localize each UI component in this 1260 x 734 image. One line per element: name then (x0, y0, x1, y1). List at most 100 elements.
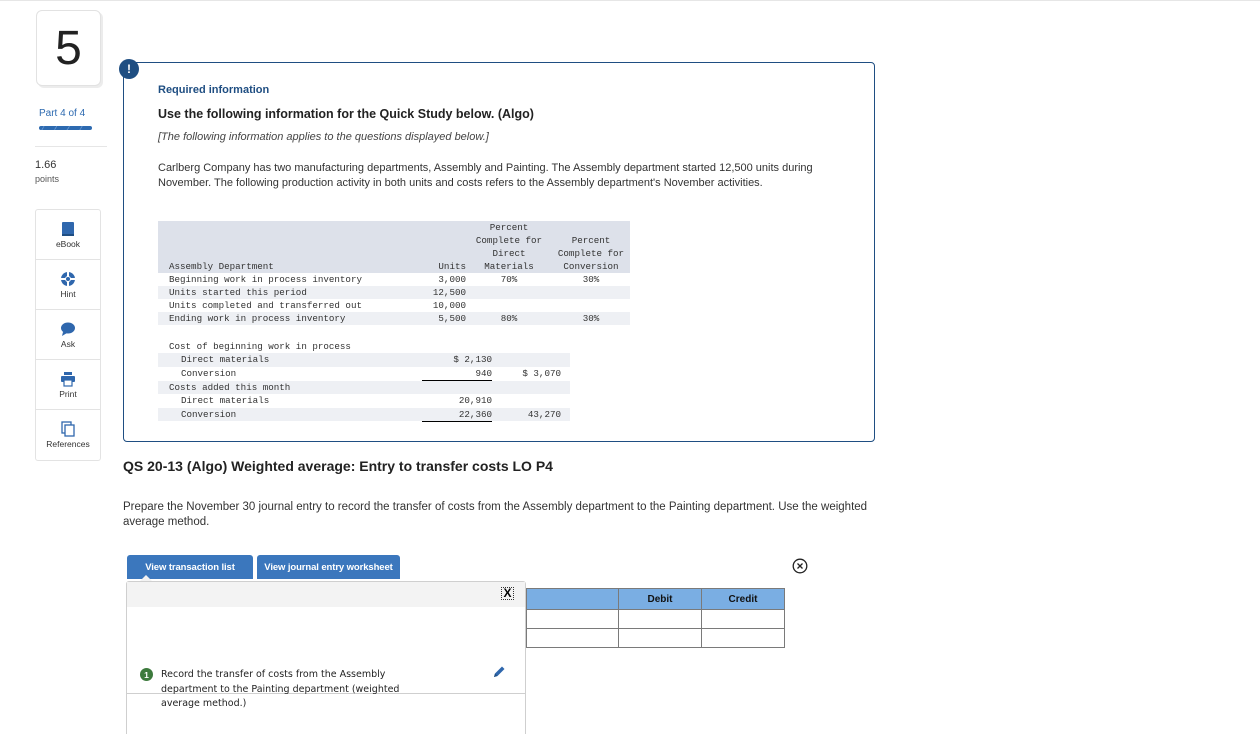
cost-label: Conversion (181, 368, 237, 380)
part-label: Part (39, 108, 58, 119)
tool-ask[interactable]: Ask (36, 310, 100, 360)
cost-total (492, 353, 570, 367)
table-row: Costs added this month (158, 380, 570, 395)
tool-label: Print (59, 388, 77, 399)
info-applies-note: [The following information applies to th… (158, 131, 489, 143)
tools-panel: eBook Hint Ask Print References (35, 209, 101, 461)
tool-label: References (46, 439, 90, 449)
question-number: 5 (36, 10, 101, 86)
top-divider (0, 0, 1260, 1)
header-dm-line: Direct (492, 248, 526, 259)
lifebuoy-icon (61, 271, 75, 286)
cost-amount: 940 (422, 366, 492, 382)
header-dept: Assembly Department (158, 221, 416, 273)
table-row: Units started this period 12,500 (158, 286, 630, 299)
points-label: points (35, 174, 60, 184)
journal-account-cell (526, 609, 619, 629)
row-units: 5,500 (416, 312, 466, 325)
table-row: Units completed and transferred out 10,0… (158, 299, 630, 312)
journal-debit-cell (618, 609, 702, 629)
transaction-item[interactable]: 1 Record the transfer of costs from the … (127, 607, 525, 709)
cost-amount: 20,910 (458, 395, 492, 407)
speech-bubble-icon (61, 322, 75, 336)
row-conv: 30% (582, 274, 600, 285)
header-units: Units (416, 221, 466, 273)
close-circle-icon[interactable] (792, 558, 808, 574)
tool-references[interactable]: References (36, 410, 100, 460)
cost-amount (422, 380, 492, 395)
row-units: 10,000 (432, 300, 466, 311)
tool-hint[interactable]: Hint (36, 260, 100, 310)
table-row: Conversion 940 $ 3,070 (158, 366, 570, 382)
copies-icon (61, 421, 75, 437)
header-conv-line: Conversion (563, 261, 619, 272)
row-label: Beginning work in process inventory (169, 274, 362, 285)
cost-amount: $ 2,130 (422, 353, 492, 367)
required-info-title: Required information (158, 84, 270, 96)
units-table-header: Assembly Department Units Percent Comple… (158, 221, 630, 273)
question-title: QS 20-13 (Algo) Weighted average: Entry … (123, 458, 553, 474)
cost-amount (422, 340, 492, 353)
book-icon (62, 221, 74, 236)
journal-debit-cell (618, 628, 702, 648)
alert-icon: ! (119, 59, 139, 79)
units-table: Assembly Department Units Percent Comple… (158, 221, 630, 325)
header-dm-line: Materials (484, 261, 534, 272)
part-progress-bar (39, 126, 92, 130)
row-label: Units started this period (158, 286, 416, 299)
cost-table: Cost of beginning work in process Direct… (158, 340, 570, 422)
row-conv (552, 286, 630, 299)
step-description: Record the transfer of costs from the As… (161, 669, 400, 709)
cost-total (492, 340, 570, 353)
header-dm: Percent Complete for Direct Materials (466, 221, 552, 273)
question-text: Prepare the November 30 journal entry to… (123, 501, 868, 528)
table-row: Ending work in process inventory 5,500 8… (158, 312, 630, 325)
header-account (526, 588, 619, 610)
tool-label: eBook (55, 238, 81, 249)
table-row: Direct materials $ 2,130 (158, 353, 570, 367)
table-row: Cost of beginning work in process (158, 340, 570, 353)
header-debit: Debit (618, 588, 702, 610)
header-conv: Percent Complete for Conversion (552, 221, 630, 273)
journal-row (526, 628, 785, 648)
popover-caret (140, 575, 152, 581)
table-row: Conversion 22,360 43,270 (158, 407, 570, 422)
cost-total (492, 394, 570, 407)
row-conv (552, 299, 630, 312)
panel-header: X (127, 582, 525, 607)
tool-print[interactable]: Print (36, 360, 100, 410)
part-current: 4 (60, 108, 66, 119)
view-journal-entry-worksheet-button[interactable]: View journal entry worksheet (257, 555, 400, 579)
cost-amount: 22,360 (422, 407, 492, 422)
points-value: 1.66 (35, 159, 57, 171)
part-indicator: Part 4 of 4 (39, 108, 85, 119)
tool-label: Ask (60, 338, 76, 349)
cost-label: Conversion (158, 407, 422, 422)
row-dm (466, 299, 552, 312)
journal-header: Debit Credit (526, 588, 785, 610)
journal-account-cell (526, 628, 619, 648)
cost-total: 43,270 (492, 407, 570, 422)
tool-ebook[interactable]: eBook (36, 210, 100, 260)
close-icon[interactable]: X (501, 587, 514, 600)
header-dm-line: Complete for (475, 235, 543, 246)
cost-total (492, 380, 570, 395)
part-of: of 4 (68, 108, 86, 119)
journal-table: Debit Credit (526, 588, 785, 648)
cost-total: $ 3,070 (522, 368, 561, 380)
row-units: 12,500 (416, 286, 466, 299)
row-dm: 80% (466, 312, 552, 325)
header-conv-line: Complete for (557, 248, 625, 259)
journal-row (526, 609, 785, 629)
row-conv: 30% (552, 312, 630, 325)
info-paragraph: Carlberg Company has two manufacturing d… (158, 162, 813, 189)
cost-label: Direct materials (181, 395, 270, 407)
header-dm-line: Percent (489, 222, 529, 233)
row-label: Units completed and transferred out (169, 300, 362, 311)
row-dm (466, 286, 552, 299)
row-dm: 70% (500, 274, 518, 285)
transaction-list-panel: X 1 Record the transfer of costs from th… (126, 581, 526, 734)
cost-label: Costs added this month (158, 380, 422, 395)
table-row: Beginning work in process inventory 3,00… (158, 273, 630, 286)
pencil-icon[interactable] (491, 664, 507, 680)
